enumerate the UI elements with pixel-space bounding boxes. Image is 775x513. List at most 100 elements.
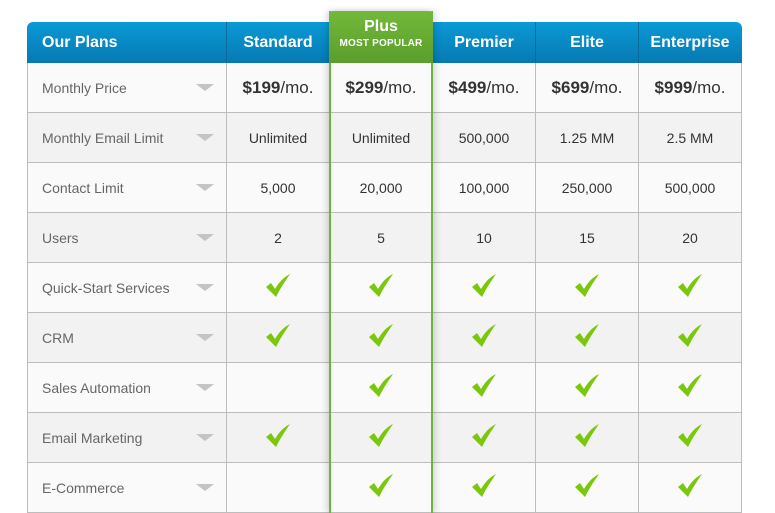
feature-label-cell[interactable]: Email Marketing xyxy=(28,413,227,462)
feature-rows: Monthly Price $199/mo. $299/mo. $499/mo. $69… xyxy=(27,63,742,513)
feature-label: CRM xyxy=(42,329,74,346)
value-cell-premier xyxy=(433,263,536,312)
price-unit: /mo. xyxy=(280,77,314,97)
table-row: Contact Limit 5,000 20,000 100,000 250,000 50… xyxy=(28,163,742,213)
value-cell-elite xyxy=(536,363,639,412)
price-unit: /mo. xyxy=(383,77,417,97)
checkmark-icon xyxy=(676,274,704,301)
feature-label: Email Marketing xyxy=(42,429,143,446)
checkmark-icon xyxy=(676,424,704,451)
feature-label-cell[interactable]: E-Commerce xyxy=(28,463,227,512)
value-text: 5 xyxy=(377,229,385,246)
checkmark-icon xyxy=(573,424,601,451)
checkmark-icon xyxy=(470,424,498,451)
expand-caret-icon[interactable] xyxy=(196,234,214,241)
expand-caret-icon[interactable] xyxy=(196,184,214,191)
value-text: 15 xyxy=(579,229,595,246)
value-cell-standard xyxy=(227,313,330,362)
pricing-table: Our Plans Standard Premier Elite Enterpr… xyxy=(27,22,742,513)
expand-caret-icon[interactable] xyxy=(196,384,214,391)
value-text: 20,000 xyxy=(359,179,403,196)
value-cell-standard xyxy=(227,363,330,412)
value-cell-enterprise: $999/mo. xyxy=(639,63,742,112)
value-cell-elite: 250,000 xyxy=(536,163,639,212)
checkmark-icon xyxy=(573,324,601,351)
price-unit: /mo. xyxy=(589,77,623,97)
value-cell-enterprise xyxy=(639,413,742,462)
price: $999/mo. xyxy=(655,78,726,98)
feature-label-cell[interactable]: Monthly Email Limit xyxy=(28,113,227,162)
plan-header-premier: Premier xyxy=(432,22,535,63)
feature-label: Users xyxy=(42,229,79,246)
price-amount: $699 xyxy=(551,77,590,97)
value-cell-elite xyxy=(536,463,639,512)
value-text: 2.5 MM xyxy=(666,129,714,146)
value-cell-premier xyxy=(433,463,536,512)
value-cell-plus xyxy=(330,313,433,362)
checkmark-icon xyxy=(573,474,601,501)
value-cell-enterprise xyxy=(639,263,742,312)
feature-label: Monthly Price xyxy=(42,79,127,96)
plan-header-elite: Elite xyxy=(535,22,638,63)
value-text: 500,000 xyxy=(458,129,510,146)
value-cell-enterprise: 2.5 MM xyxy=(639,113,742,162)
value-text: 500,000 xyxy=(664,179,716,196)
expand-caret-icon[interactable] xyxy=(196,434,214,441)
value-cell-elite: 1.25 MM xyxy=(536,113,639,162)
value-cell-elite xyxy=(536,413,639,462)
price-unit: /mo. xyxy=(692,77,726,97)
table-row: Monthly Email Limit Unlimited Unlimited 500… xyxy=(28,113,742,163)
feature-label-cell[interactable]: Quick-Start Services xyxy=(28,263,227,312)
price: $299/mo. xyxy=(346,78,417,98)
value-text: 5,000 xyxy=(260,179,296,196)
table-row: Quick-Start Services xyxy=(28,263,742,313)
expand-caret-icon[interactable] xyxy=(196,84,214,91)
feature-label-cell[interactable]: Contact Limit xyxy=(28,163,227,212)
table-row: E-Commerce xyxy=(28,463,742,513)
feature-label-cell[interactable]: CRM xyxy=(28,313,227,362)
value-text: 10 xyxy=(476,229,492,246)
table-row: Sales Automation xyxy=(28,363,742,413)
price: $499/mo. xyxy=(449,78,520,98)
expand-caret-icon[interactable] xyxy=(196,484,214,491)
table-row: Monthly Price $199/mo. $299/mo. $499/mo. $69… xyxy=(28,63,742,113)
most-popular-badge: MOST POPULAR xyxy=(339,38,423,49)
value-cell-premier: $499/mo. xyxy=(433,63,536,112)
price-unit: /mo. xyxy=(486,77,520,97)
expand-caret-icon[interactable] xyxy=(196,334,214,341)
value-cell-elite xyxy=(536,263,639,312)
expand-caret-icon[interactable] xyxy=(196,134,214,141)
value-text: 1.25 MM xyxy=(559,129,615,146)
checkmark-icon xyxy=(264,324,292,351)
value-cell-enterprise xyxy=(639,313,742,362)
value-text: Unlimited xyxy=(351,129,411,146)
checkmark-icon xyxy=(676,474,704,501)
value-cell-plus: 5 xyxy=(330,213,433,262)
value-cell-standard xyxy=(227,413,330,462)
value-cell-standard: $199/mo. xyxy=(227,63,330,112)
checkmark-icon xyxy=(264,424,292,451)
table-title: Our Plans xyxy=(42,33,118,51)
price-amount: $199 xyxy=(242,77,281,97)
value-cell-premier: 100,000 xyxy=(433,163,536,212)
checkmark-icon xyxy=(367,474,395,501)
checkmark-icon xyxy=(367,374,395,401)
feature-label-cell[interactable]: Monthly Price xyxy=(28,63,227,112)
price-amount: $999 xyxy=(654,77,693,97)
value-text: 2 xyxy=(274,229,282,246)
checkmark-icon xyxy=(676,374,704,401)
checkmark-icon xyxy=(470,474,498,501)
value-cell-enterprise: 20 xyxy=(639,213,742,262)
price-amount: $299 xyxy=(345,77,384,97)
value-cell-enterprise xyxy=(639,363,742,412)
value-cell-premier: 10 xyxy=(433,213,536,262)
checkmark-icon xyxy=(367,424,395,451)
value-cell-plus: Unlimited xyxy=(330,113,433,162)
value-cell-standard xyxy=(227,263,330,312)
expand-caret-icon[interactable] xyxy=(196,284,214,291)
feature-label-cell[interactable]: Sales Automation xyxy=(28,363,227,412)
plan-name-plus: Plus xyxy=(364,18,398,35)
value-cell-elite xyxy=(536,313,639,362)
feature-label-cell[interactable]: Users xyxy=(28,213,227,262)
value-cell-enterprise: 500,000 xyxy=(639,163,742,212)
